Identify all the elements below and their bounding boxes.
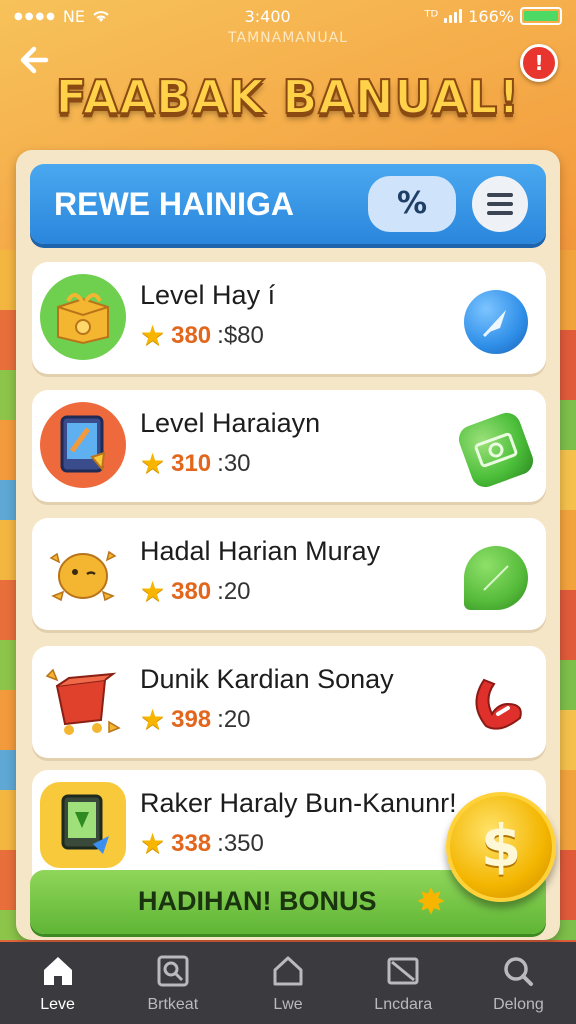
reward-card[interactable]: Level Haraiayn ★ 310 :30 [32, 390, 546, 502]
tablet-game-icon [40, 402, 126, 488]
card-meta: ★ 380 :$80 [140, 322, 264, 350]
status-left: ●●●● NE [14, 7, 111, 26]
treasure-box-icon [40, 274, 126, 360]
card-points: 380 [171, 578, 212, 605]
leaf-icon[interactable] [464, 546, 528, 610]
panel-header-title: REWE HAINIGA [54, 186, 294, 222]
signal-dots-icon: ●●●● [14, 10, 57, 22]
cell-signal-icon [444, 9, 463, 23]
star-icon: ★ [140, 704, 166, 735]
red-ribbon-icon[interactable] [464, 674, 528, 738]
battery-level [523, 11, 558, 21]
card-meta: ★ 338 :350 [140, 830, 264, 858]
card-points: 380 [171, 322, 212, 349]
card-reward: :350 [217, 830, 264, 857]
wifi-icon [93, 11, 109, 22]
star-icon: ★ [140, 448, 166, 479]
bonus-label: HADIHAN! BONUS [138, 886, 377, 916]
coin-button[interactable]: $ [446, 792, 556, 902]
card-title: Level Hay í [140, 280, 276, 310]
status-right: ᵀᴰ 166% [424, 7, 562, 26]
battery-percent: 166% [468, 6, 514, 26]
card-reward: :20 [217, 578, 251, 605]
carrier-label: NE [62, 6, 85, 26]
nav-label: Brtkeat [147, 996, 199, 1013]
house-outline-icon [273, 956, 303, 986]
battery-icon [519, 7, 562, 25]
nav-item-delong[interactable]: Delong [461, 942, 576, 1024]
status-time: 3:400 [244, 6, 291, 26]
page-title: FAABAK BANUAL! [55, 69, 521, 125]
cash-icon[interactable] [454, 408, 538, 492]
header-subtitle: TAMNAMANUAL [228, 30, 348, 46]
star-icon: ★ [140, 320, 166, 351]
search-icon [504, 957, 534, 986]
reward-card[interactable]: Hadal Harian Muray ★ 380 :20 [32, 518, 546, 630]
home-icon [43, 957, 72, 985]
panel-header-bar: REWE HAINIGA % [30, 164, 546, 244]
reward-card[interactable]: Dunik Kardian Sonay ★ 398 :20 [32, 646, 546, 758]
star-icon: ★ [140, 576, 166, 607]
card-title: Level Haraiayn [140, 408, 321, 438]
nav-item-lncdara[interactable]: Lncdara [346, 942, 461, 1024]
menu-icon-line [487, 202, 513, 206]
menu-icon-line [487, 193, 513, 197]
card-title: Raker Haraly Bun-Kanunr! [140, 788, 457, 818]
menu-icon-line [487, 211, 513, 215]
chick-character-icon [40, 530, 126, 616]
image-frame-icon [387, 957, 419, 985]
card-reward: :$80 [217, 322, 264, 349]
nav-label: Lwe [273, 996, 303, 1013]
bottom-nav: Leve Brtkeat Lwe Lncdara Delong [0, 942, 576, 1024]
nav-label: Delong [493, 996, 544, 1013]
star-icon: ★ [140, 828, 166, 859]
search-box-icon [157, 955, 189, 987]
nav-item-home[interactable]: Leve [0, 942, 115, 1024]
menu-button[interactable] [472, 176, 528, 232]
card-points: 398 [171, 706, 212, 733]
card-meta: ★ 398 :20 [140, 706, 251, 734]
reward-card[interactable]: Level Hay í ★ 380 :$80 [32, 262, 546, 374]
card-points: 338 [171, 830, 212, 857]
card-title: Dunik Kardian Sonay [140, 664, 394, 694]
nav-label: Leve [40, 996, 75, 1013]
card-meta: ★ 380 :20 [140, 578, 251, 606]
nav-label: Lncdara [374, 996, 433, 1013]
gift-cart-icon [40, 658, 126, 744]
nav-item-lwe[interactable]: Lwe [230, 942, 345, 1024]
nav-item-brtkeat[interactable]: Brtkeat [115, 942, 230, 1024]
card-reward: :20 [217, 706, 251, 733]
card-reward: :30 [217, 450, 251, 477]
misc-status: ᵀᴰ [424, 6, 439, 26]
rocket-icon[interactable] [464, 290, 528, 354]
bonus-star-icon: ✸ [415, 882, 447, 923]
percent-button[interactable]: % [368, 176, 456, 232]
status-bar: ●●●● NE 3:400 ᵀᴰ 166% [0, 0, 576, 32]
card-points: 310 [171, 450, 212, 477]
card-meta: ★ 310 :30 [140, 450, 251, 478]
phone-reward-icon [40, 782, 126, 868]
card-title: Hadal Harian Muray [140, 536, 381, 566]
alert-badge[interactable]: ! [520, 44, 558, 82]
